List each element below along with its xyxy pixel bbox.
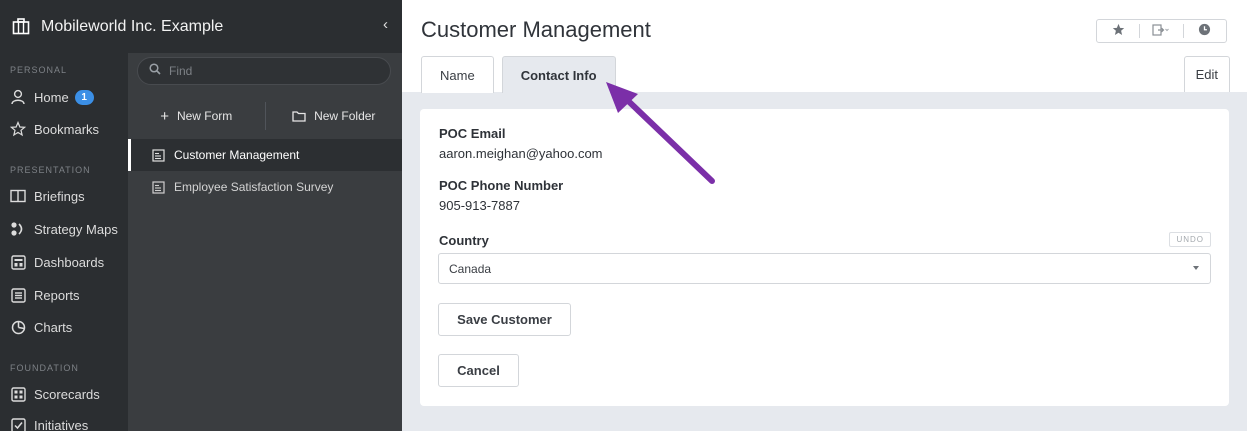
notification-badge: 1 (74, 89, 94, 105)
form-item-employee-satisfaction-survey[interactable]: Employee Satisfaction Survey (128, 171, 402, 203)
form-icon (152, 148, 166, 162)
main-header: Customer Management Name Contact Info Ed… (402, 0, 1247, 93)
nav-item-reports[interactable]: Reports (0, 279, 128, 311)
nav-section-personal: PERSONAL (10, 65, 68, 75)
new-form-button[interactable]: + New Form (128, 98, 265, 134)
country-label: Country (439, 233, 489, 248)
nav-section-foundation: FOUNDATION (10, 363, 79, 373)
main-content: Customer Management Name Contact Info Ed… (402, 0, 1247, 431)
collapse-sidebar-button[interactable]: ‹ (383, 16, 388, 33)
form-item-label: Employee Satisfaction Survey (174, 180, 334, 194)
nav-label-charts: Charts (34, 319, 73, 335)
org-header: Mobileworld Inc. Example ‹ (0, 0, 402, 53)
nav-label-bookmarks: Bookmarks (34, 121, 100, 137)
export-menu-button[interactable] (1140, 20, 1182, 42)
search-icon (149, 62, 161, 80)
nav-item-initiatives[interactable]: Initiatives (0, 409, 128, 431)
building-icon (11, 17, 31, 37)
left-nav: PERSONAL Home 1 Bookmarks PRESENTATION B… (0, 53, 128, 431)
folder-icon (292, 110, 306, 122)
forms-actions: + New Form New Folder (128, 98, 402, 134)
nav-section-presentation: PRESENTATION (10, 165, 91, 175)
nav-label-dashboards: Dashboards (34, 254, 105, 270)
form-item-label: Customer Management (174, 148, 300, 162)
star-icon (1112, 23, 1125, 39)
poc-phone-label: POC Phone Number (439, 178, 564, 193)
page-title: Customer Management (421, 17, 651, 42)
dashboard-icon (10, 254, 26, 270)
export-icon (1152, 23, 1170, 39)
star-icon (10, 121, 26, 137)
nav-label-scorecards: Scorecards (34, 386, 100, 402)
toolbar (1096, 19, 1227, 43)
nav-item-scorecards[interactable]: Scorecards (0, 378, 128, 410)
cancel-button[interactable]: Cancel (438, 354, 519, 387)
tab-name[interactable]: Name (421, 56, 494, 93)
nav-label-reports: Reports (34, 287, 80, 303)
form-item-customer-management[interactable]: Customer Management (128, 139, 402, 171)
search-input[interactable] (169, 64, 369, 78)
poc-phone-value: 905-913-7887 (439, 198, 520, 213)
new-folder-label: New Folder (314, 109, 376, 123)
country-select-value: Canada (449, 261, 492, 276)
undo-button[interactable]: UNDO (1169, 232, 1211, 247)
form-list: Customer Management Employee Satisfactio… (128, 139, 402, 203)
clock-icon (1198, 23, 1211, 39)
user-icon (10, 89, 26, 105)
book-icon (10, 188, 26, 204)
save-customer-button[interactable]: Save Customer (438, 303, 571, 336)
nav-label-home: Home (34, 89, 69, 105)
pie-chart-icon (10, 319, 26, 335)
nav-item-briefings[interactable]: Briefings (0, 180, 128, 212)
form-icon (152, 180, 166, 194)
country-select[interactable]: Canada (438, 253, 1211, 284)
nav-item-charts[interactable]: Charts (0, 311, 128, 343)
edit-button[interactable]: Edit (1183, 56, 1230, 92)
forms-panel: + New Form New Folder Customer Managemen… (128, 53, 402, 431)
nav-item-home[interactable]: Home 1 (0, 81, 128, 113)
plus-icon: + (160, 107, 169, 125)
report-icon (10, 287, 26, 303)
chevron-down-icon (1193, 266, 1199, 270)
poc-email-label: POC Email (439, 126, 506, 141)
new-folder-button[interactable]: New Folder (266, 98, 403, 134)
tab-contact-info[interactable]: Contact Info (501, 56, 616, 93)
tab-bar: Name Contact Info (421, 56, 624, 93)
nav-item-strategy-maps[interactable]: Strategy Maps (0, 213, 128, 245)
poc-email-value: aaron.meighan@yahoo.com (439, 146, 603, 161)
find-box[interactable] (137, 57, 391, 85)
strategy-map-icon (10, 221, 26, 237)
org-name: Mobileworld Inc. Example (41, 17, 224, 35)
history-button[interactable] (1184, 20, 1226, 42)
bookmark-button[interactable] (1097, 20, 1139, 42)
nav-label-briefings: Briefings (34, 188, 85, 204)
new-form-label: New Form (176, 109, 233, 123)
nav-label-strategy-maps: Strategy Maps (34, 221, 118, 237)
contact-info-card: POC Email aaron.meighan@yahoo.com POC Ph… (420, 109, 1229, 406)
nav-item-dashboards[interactable]: Dashboards (0, 246, 128, 278)
scorecard-icon (10, 386, 26, 402)
nav-item-bookmarks[interactable]: Bookmarks (0, 113, 128, 145)
nav-label-initiatives: Initiatives (34, 417, 89, 431)
checkbox-icon (10, 417, 26, 431)
